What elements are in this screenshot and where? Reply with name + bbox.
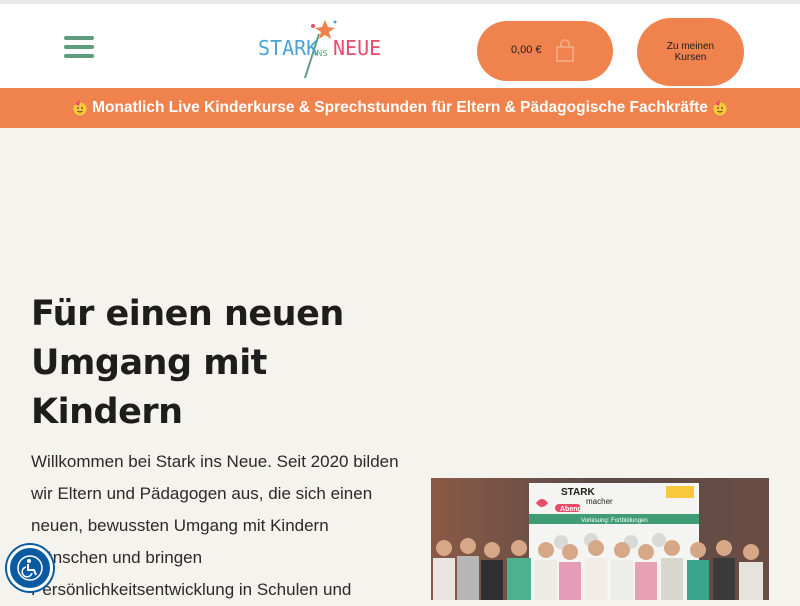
screen-logo-abend: Abend — [560, 506, 582, 513]
party-face-emoji-icon — [73, 100, 87, 116]
accessibility-button[interactable] — [7, 545, 53, 591]
shopping-bag-icon — [556, 39, 574, 62]
hero-intro-text: Willkommen bei Stark ins Neue. Seit 2020… — [31, 452, 399, 599]
logo-stark-text: STARK — [258, 36, 319, 60]
site-header: STARK INS NEUE 0,00 € Zu meinen Kursen — [0, 4, 800, 88]
cart-button[interactable]: 0,00 € — [477, 21, 613, 81]
screen-logo-macher: macher — [586, 497, 613, 506]
event-photo: STARK macher Abend Vorlesung: Fortbildun… — [431, 478, 769, 600]
accessibility-wheelchair-icon — [17, 555, 43, 581]
event-photo-illustration: STARK macher Abend Vorlesung: Fortbildun… — [431, 478, 769, 600]
party-face-emoji-icon — [713, 100, 727, 116]
promo-banner: Monatlich Live Kinderkurse & Sprechstund… — [0, 88, 800, 128]
cart-total: 0,00 € — [511, 44, 542, 56]
stark-ins-neue-logo[interactable]: STARK INS NEUE — [255, 14, 382, 82]
screen-caption: Vorlesung: Fortbildungen — [581, 518, 648, 524]
logo-ins-text: INS — [314, 49, 328, 58]
hamburger-menu-icon[interactable] — [64, 36, 96, 58]
my-courses-label: Zu meinen Kursen — [666, 41, 715, 63]
hero-title: Für einen neuen Umgang mit Kindern — [31, 294, 344, 432]
logo-neue-text: NEUE — [333, 36, 382, 60]
promo-banner-text: Monatlich Live Kinderkurse & Sprechstund… — [92, 99, 708, 116]
my-courses-button[interactable]: Zu meinen Kursen — [637, 18, 744, 86]
